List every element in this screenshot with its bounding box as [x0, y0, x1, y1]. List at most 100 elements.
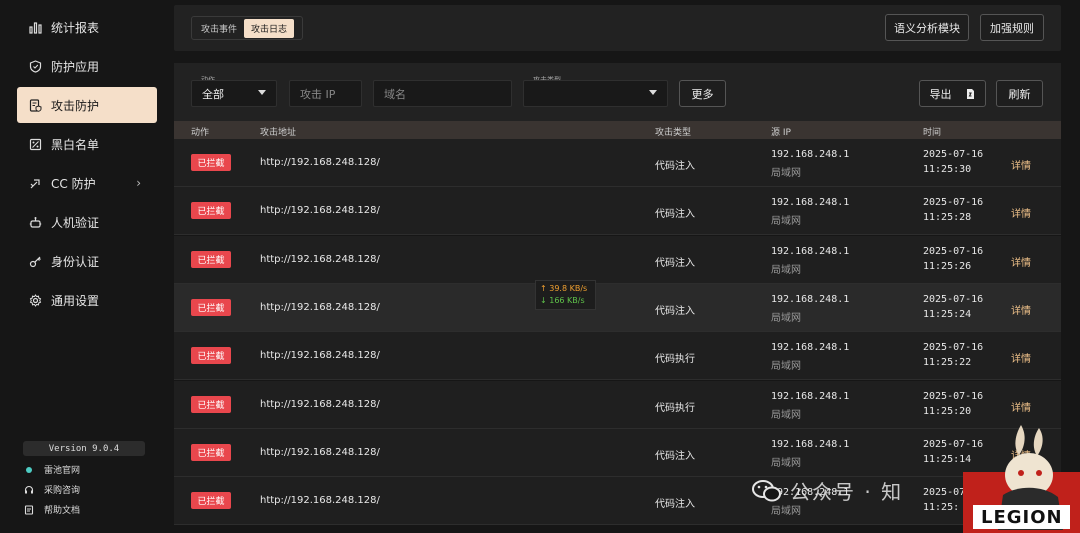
log-date: 2025-07-16 [923, 390, 984, 402]
enhanced-rules-button[interactable]: 加强规则 [980, 14, 1044, 41]
attack-type-select[interactable] [523, 80, 668, 107]
attack-url: http://192.168.248.128/ [260, 495, 380, 507]
network-type: 局域网 [771, 312, 801, 324]
footer-link-purchase[interactable]: 采购咨询 [24, 483, 80, 496]
upload-speed: ↑ 39.8 KB/s [540, 284, 588, 293]
export-button[interactable]: 导出 [919, 80, 986, 107]
version-badge: Version 9.0.4 [23, 441, 145, 456]
sidebar-item-cc-protection[interactable]: CC 防护 › [17, 165, 157, 201]
attack-type: 代码注入 [655, 450, 695, 462]
footer-link-help-docs[interactable]: 帮助文档 [24, 503, 80, 516]
source-ip: 192.168.248.1 [771, 390, 850, 402]
detail-link[interactable]: 详情 [1011, 302, 1031, 317]
more-filters-button[interactable]: 更多 [679, 80, 726, 107]
tab-attack-logs[interactable]: 攻击日志 [244, 18, 295, 38]
chevron-down-icon [649, 90, 657, 95]
detail-link[interactable]: 详情 [1011, 254, 1031, 269]
sidebar-item-captcha[interactable]: 人机验证 [17, 204, 157, 240]
table-row[interactable]: 已拦截 http://192.168.248.128/代码执行 192.168.24… [174, 332, 1061, 381]
view-tabs: 攻击事件 攻击日志 [191, 16, 303, 40]
footer-link-official-site[interactable]: 雷池官网 [24, 463, 80, 476]
sidebar-item-label: CC 防护 [51, 176, 96, 191]
filter-bar: 动作 全部 攻击 IP 域名 攻击类型 更多 导出 刷新 [174, 63, 1061, 121]
attack-url: http://192.168.248.128/ [260, 157, 380, 168]
log-date: 2025-07-16 [923, 245, 984, 257]
chevron-down-icon [258, 90, 266, 95]
attack-ip-input[interactable]: 攻击 IP [289, 80, 362, 107]
blocked-badge: 已拦截 [191, 492, 231, 510]
network-type: 局域网 [771, 409, 801, 421]
network-type: 局域网 [771, 216, 801, 228]
network-speed-overlay: ↑ 39.8 KB/s ↓ 166 KB/s [535, 280, 596, 310]
network-type: 局域网 [771, 264, 801, 276]
bar-chart-icon [28, 20, 42, 34]
attack-url: http://192.168.248.128/ [260, 398, 380, 410]
sidebar-item-label: 攻击防护 [51, 98, 100, 113]
table-row[interactable]: 已拦截 http://192.168.248.128/代码执行 192.168.24… [174, 380, 1061, 429]
sidebar-item-statistics[interactable]: 统计报表 [17, 9, 157, 45]
download-speed: ↓ 166 KB/s [540, 296, 585, 305]
detail-link[interactable]: 详情 [1011, 157, 1031, 172]
table-row[interactable]: 已拦截 http://192.168.248.128/代码注入 192.168.24… [174, 428, 1061, 477]
sidebar-item-protected-apps[interactable]: 防护应用 [17, 48, 157, 84]
network-type: 局域网 [771, 168, 801, 179]
attack-url: http://192.168.248.128/ [260, 301, 380, 313]
log-time: 11:25:30 [923, 164, 972, 175]
domain-input[interactable]: 域名 [373, 80, 512, 107]
blocked-badge: 已拦截 [191, 347, 231, 365]
sidebar-item-label: 黑白名单 [51, 137, 100, 152]
source-ip: 192.168.248.1 [771, 342, 850, 354]
doc-icon [24, 504, 34, 515]
blocked-badge: 已拦截 [191, 250, 231, 268]
header-attack-address: 攻击地址 [260, 128, 297, 138]
semantic-analysis-button[interactable]: 语义分析模块 [885, 14, 969, 41]
network-type: 局域网 [771, 361, 801, 373]
headset-icon [24, 485, 34, 495]
source-ip: 192.168.248.1 [771, 245, 850, 257]
tab-attack-events[interactable]: 攻击事件 [194, 19, 244, 38]
refresh-button[interactable]: 刷新 [996, 80, 1043, 107]
blocked-badge: 已拦截 [191, 298, 231, 316]
detail-link[interactable]: 详情 [1011, 350, 1031, 365]
shield-icon [28, 59, 42, 73]
table-row[interactable]: 已拦截 http://192.168.248.128/代码注入 192.168.24… [174, 477, 1061, 526]
attack-type: 代码执行 [655, 402, 695, 414]
source-ip: 192.168.248.1 [771, 293, 850, 305]
robot-icon [28, 215, 42, 229]
wechat-icon [752, 479, 782, 503]
log-date: 2025-07-16 [923, 342, 984, 354]
action-select[interactable]: 全部 [191, 80, 277, 107]
sidebar-item-general-settings[interactable]: 通用设置 [17, 282, 157, 318]
log-time: 11:25:22 [923, 357, 972, 369]
attack-type: 代码注入 [655, 499, 695, 511]
blocked-badge: 已拦截 [191, 154, 231, 171]
header-action: 动作 [191, 128, 210, 138]
log-date: 2025-07-16 [923, 197, 984, 209]
footer-link-label: 采购咨询 [44, 486, 81, 496]
table-row[interactable]: 已拦截 http://192.168.248.128/代码注入 192.168.24… [174, 139, 1061, 187]
arrow-icon [28, 176, 42, 190]
sidebar-item-attack-protection[interactable]: 攻击防护 [17, 87, 157, 123]
export-file-icon [964, 88, 976, 100]
table-row[interactable]: 已拦截 http://192.168.248.128/代码注入 192.168.24… [174, 283, 1061, 332]
log-time: 11:25:26 [923, 260, 972, 272]
legion-logo: LEGION [963, 425, 1080, 533]
log-time: 11:25:20 [923, 405, 972, 417]
detail-link[interactable]: 详情 [1011, 205, 1031, 220]
export-button-label: 导出 [929, 87, 952, 101]
attack-url: http://192.168.248.128/ [260, 205, 380, 217]
sidebar-item-label: 防护应用 [51, 59, 100, 74]
source-ip: 192.168.248.1 [771, 149, 850, 160]
source-ip: 192.168.248.1 [771, 197, 850, 209]
footer-link-label: 雷池官网 [44, 466, 81, 476]
detail-link[interactable]: 详情 [1011, 399, 1031, 414]
header-time: 时间 [923, 128, 942, 138]
table-row[interactable]: 已拦截 http://192.168.248.128/代码注入 192.168.24… [174, 187, 1061, 236]
footer-link-label: 帮助文档 [44, 506, 81, 516]
table-row[interactable]: 已拦截 http://192.168.248.128/代码注入 192.168.24… [174, 235, 1061, 284]
network-type: 局域网 [771, 457, 801, 469]
sidebar-item-blackwhite-list[interactable]: 黑白名单 [17, 126, 157, 162]
sidebar-item-identity-auth[interactable]: 身份认证 [17, 243, 157, 279]
sidebar-item-label: 身份认证 [51, 254, 100, 269]
blocked-badge: 已拦截 [191, 443, 231, 461]
